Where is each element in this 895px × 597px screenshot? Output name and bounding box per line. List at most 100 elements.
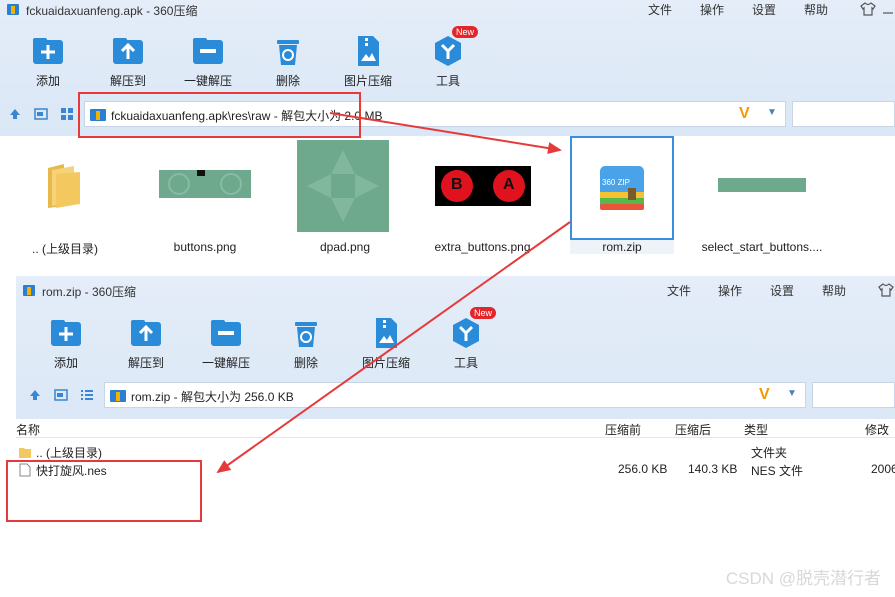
title-bar: rom.zip - 360压缩 文件 操作 设置 帮助 xyxy=(16,281,895,299)
address-bar[interactable]: rom.zip - 解包大小为 256.0 KB V ▼ xyxy=(104,382,806,408)
annotation-box-address xyxy=(78,92,361,138)
chevron-down-icon[interactable]: ▼ xyxy=(787,388,797,399)
extract-to-icon xyxy=(131,320,161,346)
title-bar: fckuaidaxuanfeng.apk - 360压缩 文件 操作 设置 帮助 xyxy=(0,0,895,18)
toolbar-label: 添加 xyxy=(35,74,60,88)
toolbar-delete-button[interactable]: 删除 xyxy=(266,316,346,371)
search-input[interactable] xyxy=(812,382,895,408)
toolbar-label: 工具 xyxy=(453,356,478,370)
annotation-box-rom-file xyxy=(6,460,202,522)
image-thumbnail xyxy=(159,170,251,198)
file-name[interactable]: rom.zip xyxy=(570,240,674,254)
toolbar-label: 一键解压 xyxy=(183,74,232,88)
image-thumbnail xyxy=(435,166,531,206)
image-compress-icon xyxy=(376,318,397,348)
chevron-down-icon[interactable]: ▼ xyxy=(767,107,777,118)
column-header-after[interactable]: 压缩后 xyxy=(675,421,711,438)
toolbar-tools-button[interactable]: 工具 xyxy=(426,316,506,371)
file-name: dpad.png xyxy=(319,240,371,254)
column-header-type[interactable]: 类型 xyxy=(744,421,768,438)
list-header: 名称 压缩前 压缩后 类型 修改 xyxy=(16,419,895,438)
column-header-modified[interactable]: 修改 xyxy=(865,421,889,438)
file-name: select_start_buttons.... xyxy=(701,240,823,254)
toolbar-label: 添加 xyxy=(53,356,78,370)
menu-operate[interactable]: 操作 xyxy=(718,282,742,299)
app-icon xyxy=(23,285,35,296)
toolbar-label: 删除 xyxy=(275,74,300,88)
skin-shirt-icon[interactable] xyxy=(878,283,894,297)
app-icon xyxy=(7,4,19,15)
image-compress-icon xyxy=(358,36,379,66)
menu-file[interactable]: 文件 xyxy=(648,1,672,18)
menu-file[interactable]: 文件 xyxy=(667,282,691,299)
one-click-extract-icon xyxy=(193,38,223,64)
skin-shirt-icon[interactable] xyxy=(860,2,876,16)
toolbar-label: 解压到 xyxy=(127,356,164,370)
toolbar-image-compress-button[interactable]: 图片压缩 xyxy=(328,34,408,89)
archive-folder-icon xyxy=(110,390,126,402)
menu-settings[interactable]: 设置 xyxy=(752,1,776,18)
trash-icon xyxy=(295,322,317,347)
toolbar-delete-button[interactable]: 删除 xyxy=(248,34,328,89)
new-badge: New xyxy=(470,307,497,319)
row-type: 文件夹 xyxy=(751,446,788,460)
tools-icon xyxy=(435,36,461,66)
file-item-extra-buttons[interactable]: B A extra_buttons.png xyxy=(425,136,540,266)
toolbar-add-button[interactable]: 添加 xyxy=(8,34,88,89)
toolbar-image-compress-button[interactable]: 图片压缩 xyxy=(346,316,426,371)
row-name: .. (上级目录) xyxy=(36,446,102,460)
image-thumbnail xyxy=(718,178,806,192)
row-size-after: 140.3 KB xyxy=(688,462,738,476)
toolbar-label: 解压到 xyxy=(109,74,146,88)
add-icon xyxy=(51,320,81,346)
file-icon-view: .. (上级目录) buttons.png dpad.png B A extra… xyxy=(0,136,895,270)
toolbar-label: 一键解压 xyxy=(201,356,250,370)
file-name: extra_buttons.png xyxy=(434,240,531,254)
menu-operate[interactable]: 操作 xyxy=(700,1,724,18)
toolbar-label: 图片压缩 xyxy=(343,74,392,88)
view-toggle-icon[interactable] xyxy=(54,388,68,402)
up-arrow-icon[interactable] xyxy=(8,107,22,121)
toolbar-label: 工具 xyxy=(435,74,460,88)
folder-icon xyxy=(48,164,80,208)
image-thumbnail xyxy=(297,140,389,232)
file-item-select-start[interactable]: select_start_buttons.... xyxy=(692,136,832,266)
v-logo-icon[interactable]: V xyxy=(759,386,770,404)
zip-icon-text: 360 ZIP xyxy=(602,178,631,187)
column-header-name[interactable]: 名称 xyxy=(16,421,40,438)
v-logo-icon[interactable]: V xyxy=(739,105,750,123)
button-letter-b: B xyxy=(451,176,463,193)
toolbar-one-click-extract-button[interactable]: 一键解压 xyxy=(186,316,266,371)
toolbar-one-click-extract-button[interactable]: 一键解压 xyxy=(168,34,248,89)
toolbar-label: 删除 xyxy=(293,356,318,370)
toolbar-extract-to-button[interactable]: 解压到 xyxy=(88,34,168,89)
menu-settings[interactable]: 设置 xyxy=(770,282,794,299)
window-title: rom.zip - 360压缩 xyxy=(42,285,137,299)
toolbar-tools-button[interactable]: 工具 xyxy=(408,34,488,89)
one-click-extract-icon xyxy=(211,320,241,346)
file-item-parent[interactable]: .. (上级目录) xyxy=(20,136,110,266)
button-letter-a: A xyxy=(503,176,515,193)
menu-help[interactable]: 帮助 xyxy=(804,1,828,18)
view-toggle-icon[interactable] xyxy=(34,107,48,121)
tools-icon xyxy=(453,318,479,348)
trash-icon xyxy=(277,40,299,65)
column-header-before[interactable]: 压缩前 xyxy=(605,421,641,438)
toolbar-extract-to-button[interactable]: 解压到 xyxy=(106,316,186,371)
row-size-before: 256.0 KB xyxy=(618,462,668,476)
grid-view-icon[interactable] xyxy=(60,107,74,121)
minimize-icon[interactable] xyxy=(882,3,894,15)
file-item-buttons[interactable]: buttons.png xyxy=(155,136,255,266)
file-item-dpad[interactable]: dpad.png xyxy=(295,136,395,266)
file-item-rom-zip[interactable]: 360 ZIP xyxy=(570,136,674,240)
toolbar-label: 图片压缩 xyxy=(361,356,410,370)
list-view-icon[interactable] xyxy=(80,388,94,402)
zip-archive-icon xyxy=(600,166,644,210)
search-input[interactable] xyxy=(792,101,895,127)
table-row[interactable]: .. (上级目录) 文件夹 xyxy=(16,443,895,461)
file-name: .. (上级目录) xyxy=(32,242,98,256)
up-arrow-icon[interactable] xyxy=(28,388,42,402)
menu-help[interactable]: 帮助 xyxy=(822,282,846,299)
address-text: rom.zip - 解包大小为 256.0 KB xyxy=(131,390,294,404)
toolbar-add-button[interactable]: 添加 xyxy=(26,316,106,371)
